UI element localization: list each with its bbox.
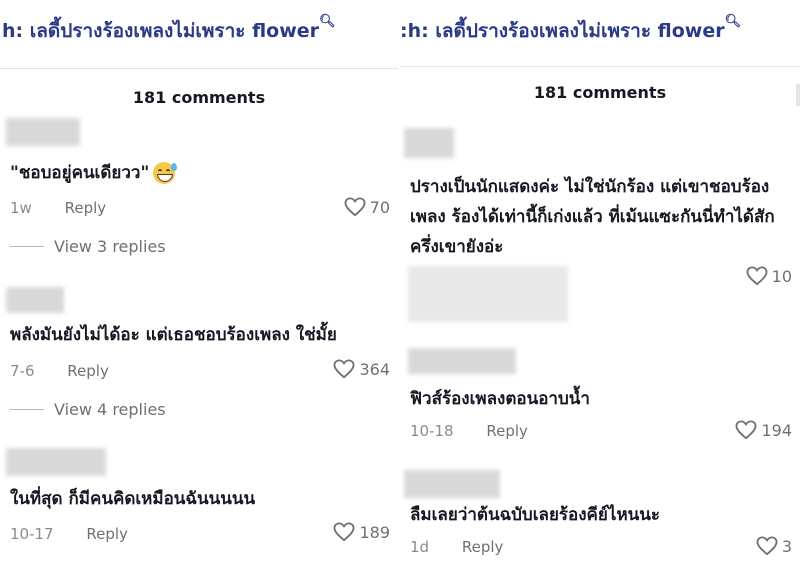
like-button[interactable]: 10 bbox=[746, 266, 792, 286]
like-count: 10 bbox=[771, 266, 792, 286]
comment-time: 1d bbox=[410, 538, 430, 556]
like-button[interactable]: 194 bbox=[735, 420, 792, 440]
blurred-username bbox=[6, 448, 106, 476]
comment-meta: 7-6 Reply bbox=[10, 362, 109, 380]
comment-time: 1w bbox=[10, 199, 32, 217]
blurred-username bbox=[6, 287, 64, 313]
heart-outline-icon bbox=[735, 420, 757, 440]
comment-text: "ชอบอยู่คนเดียวว" bbox=[10, 158, 178, 188]
search-icon[interactable]: 🔍︎ bbox=[725, 14, 742, 29]
like-count: 364 bbox=[359, 359, 390, 379]
comment-time: 7-6 bbox=[10, 362, 35, 380]
view-replies-label: View 3 replies bbox=[54, 237, 166, 256]
reply-button[interactable]: Reply bbox=[86, 525, 128, 543]
comment-meta: 10-17 Reply bbox=[10, 525, 128, 543]
comment-text: ปรางเป็นนักแสดงค่ะ ไม่ใช่นักร้อง แต่เขาช… bbox=[410, 177, 775, 257]
like-count: 194 bbox=[761, 420, 792, 440]
search-icon[interactable]: 🔍︎ bbox=[319, 14, 336, 29]
view-replies-button[interactable]: View 4 replies bbox=[10, 400, 166, 419]
view-replies-label: View 4 replies bbox=[54, 400, 166, 419]
header-divider bbox=[400, 66, 800, 67]
heart-outline-icon bbox=[333, 522, 355, 542]
scrollbar[interactable] bbox=[796, 84, 800, 106]
like-button[interactable]: 3 bbox=[756, 536, 792, 556]
search-prefix: :h: bbox=[400, 20, 429, 42]
comment-text: ในที่สุด ก็มีคนคิดเหมือนฉันนนนน bbox=[10, 489, 256, 509]
heart-outline-icon bbox=[746, 266, 768, 286]
like-count: 189 bbox=[359, 522, 390, 542]
search-query-text: เลดี้ปรางร้องเพลงไม่เพราะ flower bbox=[435, 20, 725, 42]
comment-text: พลังมันยังไม่ได้อะ แต่เธอชอบร้องเพลง ใช่… bbox=[10, 325, 337, 345]
comment-time: 10-18 bbox=[410, 422, 454, 440]
comment-meta: 10-18 Reply bbox=[410, 422, 528, 440]
grinning-sweat-emoji-icon bbox=[153, 162, 178, 184]
blurred-username bbox=[404, 470, 500, 498]
comment-count: 181 comments bbox=[533, 83, 667, 102]
search-query-bar[interactable]: h: เลดี้ปรางร้องเพลงไม่เพราะ flower🔍︎ bbox=[2, 14, 336, 46]
replies-line bbox=[10, 409, 44, 410]
like-count: 70 bbox=[369, 197, 390, 217]
comment-count: 181 comments bbox=[132, 88, 266, 107]
blurred-reply-preview bbox=[408, 266, 568, 322]
like-count: 3 bbox=[781, 536, 792, 556]
comments-panel-right: :h: เลดี้ปรางร้องเพลงไม่เพราะ flower🔍︎ 1… bbox=[400, 0, 800, 566]
like-button[interactable]: 70 bbox=[344, 197, 390, 217]
reply-button[interactable]: Reply bbox=[65, 199, 107, 217]
comment-time: 10-17 bbox=[10, 525, 54, 543]
comment-text: ลืมเลยว่าต้นฉบับเลยร้องคีย์ไหนนะ bbox=[410, 505, 661, 525]
header-divider bbox=[0, 68, 398, 69]
comment-text: ฟิวส์ร้องเพลงตอนอาบน้ำ bbox=[410, 389, 590, 409]
comment-meta: 1d Reply bbox=[410, 538, 503, 556]
reply-button[interactable]: Reply bbox=[462, 538, 504, 556]
reply-button[interactable]: Reply bbox=[486, 422, 528, 440]
like-button[interactable]: 189 bbox=[333, 522, 390, 542]
comment-meta: 1w Reply bbox=[10, 199, 106, 217]
heart-outline-icon bbox=[333, 359, 355, 379]
heart-outline-icon bbox=[756, 536, 778, 556]
view-replies-button[interactable]: View 3 replies bbox=[10, 237, 166, 256]
replies-line bbox=[10, 246, 44, 247]
blurred-username bbox=[6, 118, 80, 146]
comments-panel-left: h: เลดี้ปรางร้องเพลงไม่เพราะ flower🔍︎ 18… bbox=[0, 0, 398, 566]
search-query-text: เลดี้ปรางร้องเพลงไม่เพราะ flower bbox=[29, 20, 320, 42]
blurred-username bbox=[404, 128, 454, 158]
search-prefix: h: bbox=[2, 20, 24, 42]
search-query-bar[interactable]: :h: เลดี้ปรางร้องเพลงไม่เพราะ flower🔍︎ bbox=[400, 14, 742, 46]
heart-outline-icon bbox=[344, 197, 366, 217]
blurred-username bbox=[408, 348, 516, 374]
reply-button[interactable]: Reply bbox=[67, 362, 109, 380]
like-button[interactable]: 364 bbox=[333, 359, 390, 379]
